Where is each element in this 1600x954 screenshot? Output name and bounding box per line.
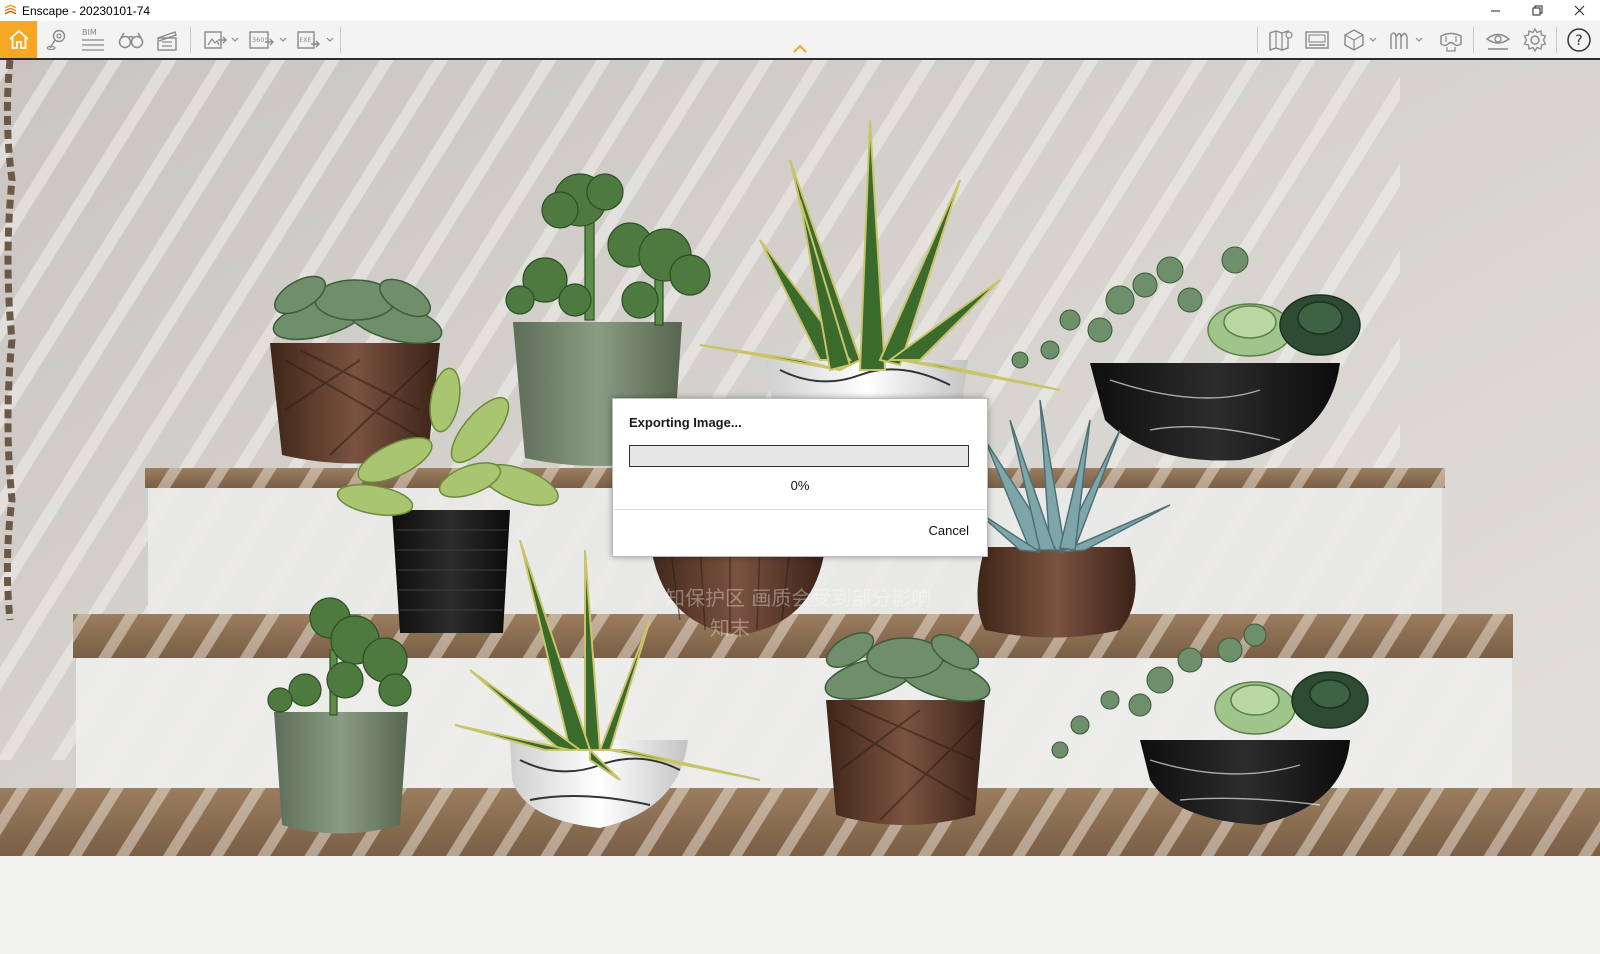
chevron-down-icon	[279, 37, 287, 42]
help-icon: ?	[1567, 28, 1591, 52]
title-bar: Enscape - 20230101-74	[0, 0, 1600, 21]
chevron-down-icon	[1369, 37, 1377, 42]
vr-headset-icon	[1440, 32, 1462, 52]
video-editor-button[interactable]	[1302, 23, 1332, 57]
views-button[interactable]	[43, 23, 71, 57]
toolbar-separator	[340, 27, 341, 53]
chevron-down-icon	[1415, 37, 1423, 42]
settings-button[interactable]	[1520, 23, 1550, 57]
bim-label: BIM	[82, 28, 97, 37]
cancel-button[interactable]: Cancel	[929, 523, 969, 538]
visual-settings-eye-icon	[1485, 33, 1511, 50]
help-button[interactable]: ?	[1563, 23, 1595, 57]
map-view-button[interactable]	[1266, 23, 1296, 57]
restore-button[interactable]	[1516, 0, 1558, 21]
chevron-down-icon	[231, 37, 239, 42]
progress-percent: 0%	[790, 478, 810, 493]
export-progress-dialog: Exporting Image... 0% Cancel	[612, 398, 988, 557]
export-panorama-dropdown[interactable]	[278, 23, 288, 57]
chevron-down-icon	[326, 37, 334, 42]
minimize-icon	[1490, 10, 1500, 12]
export-image-icon	[204, 31, 227, 49]
settings-gear-icon	[1523, 27, 1547, 53]
export-exe-dropdown[interactable]	[325, 23, 335, 57]
minimize-button[interactable]	[1474, 0, 1516, 21]
watermark-line1: 知保护区 画质会受到部分影响	[665, 586, 931, 610]
vr-headset-button[interactable]	[1436, 23, 1466, 57]
asset-library-icon	[1344, 29, 1364, 51]
material-editor-icon	[1390, 32, 1408, 49]
clapperboard-icon	[157, 31, 177, 51]
watermark-line2: 知末	[710, 616, 750, 640]
panorama-label: 360°	[252, 36, 268, 44]
export-image-button[interactable]	[201, 23, 229, 57]
video-editor-icon	[1305, 31, 1329, 49]
home-button[interactable]	[0, 21, 37, 58]
walk-mode-button[interactable]	[116, 23, 146, 57]
chevron-up-icon	[793, 44, 807, 53]
plant-pot	[270, 275, 443, 464]
material-editor-dropdown[interactable]	[1414, 23, 1424, 57]
exe-label: EXE	[300, 37, 312, 44]
toolbar-separator	[1473, 27, 1474, 53]
export-exe-icon: EXE	[297, 31, 320, 49]
bim-button[interactable]: BIM	[79, 23, 107, 57]
toolbar-separator	[190, 27, 191, 53]
enscape-app-icon	[5, 4, 16, 15]
restore-icon	[1532, 5, 1542, 16]
progress-bar	[629, 445, 969, 467]
export-exe-button[interactable]: EXE	[294, 23, 322, 57]
video-editor-toggle-button[interactable]	[153, 23, 181, 57]
dialog-title: Exporting Image...	[629, 415, 742, 430]
bim-icon: BIM	[82, 28, 104, 51]
close-icon	[1574, 5, 1584, 16]
export-panorama-button[interactable]: 360°	[246, 23, 276, 57]
export-panorama-icon: 360°	[249, 31, 274, 49]
collapse-toolbar-button[interactable]	[790, 42, 810, 56]
asset-library-button[interactable]	[1340, 23, 1368, 57]
stair-bottom	[0, 788, 1600, 954]
material-editor-button[interactable]	[1386, 23, 1414, 57]
plant-pot	[824, 632, 991, 825]
toolbar-separator	[1556, 27, 1557, 53]
toolbar-separator	[1257, 27, 1258, 53]
dialog-divider	[613, 509, 987, 510]
home-icon	[8, 29, 29, 49]
help-label: ?	[1575, 33, 1582, 49]
asset-library-dropdown[interactable]	[1368, 23, 1378, 57]
close-button[interactable]	[1558, 0, 1600, 21]
export-image-dropdown[interactable]	[230, 23, 240, 57]
map-view-icon	[1269, 30, 1293, 51]
window-title: Enscape - 20230101-74	[22, 3, 151, 18]
binoculars-icon	[118, 32, 144, 49]
map-pin-icon	[46, 29, 66, 51]
visual-settings-button[interactable]	[1483, 23, 1513, 57]
